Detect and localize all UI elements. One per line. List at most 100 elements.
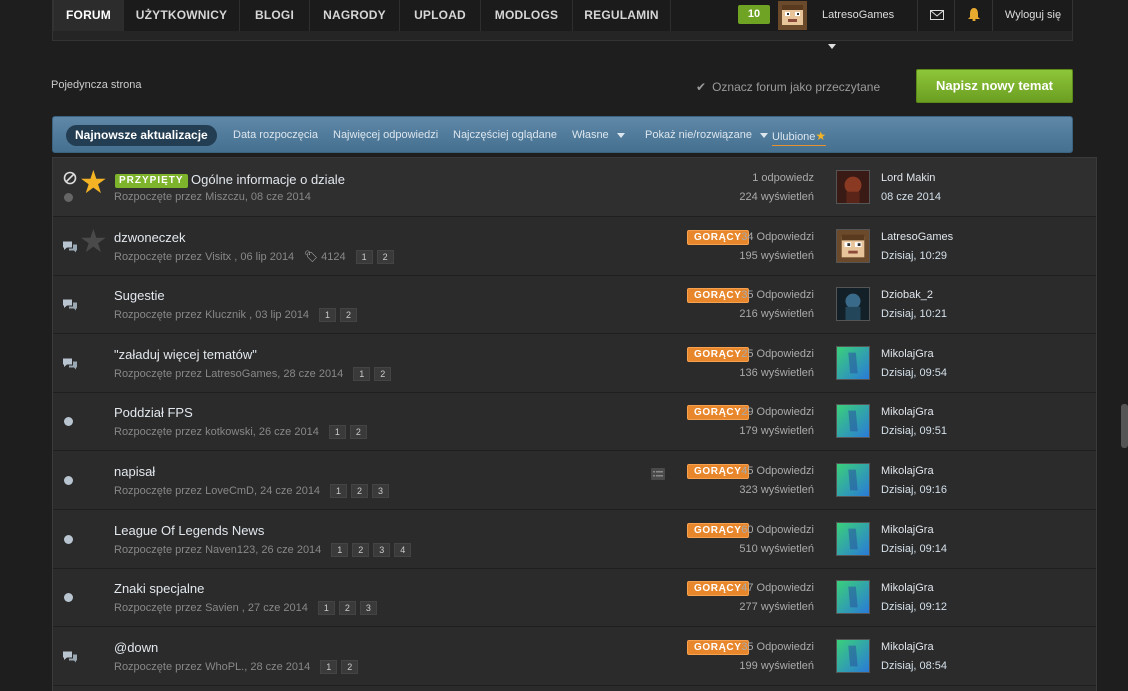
last-poster-avatar[interactable] (836, 580, 870, 614)
tab-users[interactable]: UŻYTKOWNICY (124, 0, 240, 31)
topic-row[interactable]: Poddział FPS Rozpoczęte przez kotkowski,… (53, 392, 1096, 451)
last-poster-name[interactable]: MikolajGra (881, 641, 934, 653)
topic-title-link[interactable]: dzwoneczek (114, 230, 186, 245)
unread-dot-icon (64, 417, 73, 426)
page-link[interactable]: 3 (372, 484, 390, 498)
last-poster-name[interactable]: MikolajGra (881, 465, 934, 477)
last-poster-name[interactable]: MikolajGra (881, 524, 934, 536)
page-link[interactable]: 3 (373, 543, 391, 557)
topic-title-link[interactable]: napisał (114, 464, 155, 479)
filter-favorites[interactable]: Ulubione★ (772, 129, 827, 146)
topic-title-link[interactable]: Ogólne informacje o dziale (191, 172, 345, 187)
page-link[interactable]: 2 (374, 367, 392, 381)
topic-title-link[interactable]: League Of Legends News (114, 523, 264, 538)
mark-forum-read-link[interactable]: ✔ Oznacz forum jako przeczytane (696, 80, 880, 94)
favorite-star-icon[interactable]: ★ (79, 225, 108, 257)
username-label: LatresoGames (822, 9, 895, 21)
hot-badge: GORĄCY (687, 523, 749, 538)
last-poster-name[interactable]: Dziobak_2 (881, 289, 933, 301)
page-link[interactable]: 1 (319, 308, 337, 322)
last-post-date[interactable]: Dzisiaj, 08:54 (881, 660, 947, 672)
tab-blogs[interactable]: BLOGI (240, 0, 310, 31)
last-post-date[interactable]: Dzisiaj, 10:29 (881, 250, 947, 262)
filter-latest-updates[interactable]: Najnowsze aktualizacje (66, 125, 217, 146)
page-link[interactable]: 1 (320, 660, 338, 674)
topic-row[interactable]: ★ PRZYPIĘTY Ogólne informacje o dziale R… (53, 158, 1096, 217)
favorite-star-icon[interactable]: ★ (79, 166, 108, 198)
tab-rewards[interactable]: NAGRODY (310, 0, 400, 31)
page-link[interactable]: 1 (328, 425, 346, 439)
last-poster-avatar[interactable] (836, 170, 870, 204)
filter-most-viewed[interactable]: Najczęściej oglądane (453, 117, 557, 154)
last-poster-avatar[interactable] (836, 463, 870, 497)
last-poster-avatar[interactable] (836, 287, 870, 321)
page-link[interactable]: 2 (376, 250, 394, 265)
tab-rules[interactable]: REGULAMIN (573, 0, 671, 31)
last-post-date[interactable]: Dzisiaj, 09:54 (881, 367, 947, 379)
page-link[interactable]: 3 (359, 601, 377, 615)
last-poster-name[interactable]: MikolajGra (881, 582, 934, 594)
last-poster-avatar[interactable] (836, 404, 870, 438)
hot-badge: GORĄCY (687, 405, 749, 420)
last-poster-name[interactable]: LatresoGames (881, 231, 953, 243)
logout-link[interactable]: Wyloguj się (992, 0, 1073, 31)
topic-meta: Rozpoczęte przez Visitx , 06 lip 2014 🏷 41… (114, 250, 394, 265)
scrollbar-thumb[interactable] (1121, 404, 1128, 448)
topic-row[interactable]: "załaduj więcej tematów" Rozpoczęte prze… (53, 334, 1096, 393)
topic-title-link[interactable]: @down (114, 640, 158, 655)
messages-button[interactable] (917, 0, 954, 31)
filter-solved[interactable]: Pokaż nie/rozwiązane (645, 117, 769, 154)
tab-forum[interactable]: FORUM (53, 0, 124, 31)
new-topic-button[interactable]: Napisz nowy temat (916, 69, 1073, 103)
page-link[interactable]: 1 (317, 601, 335, 615)
last-poster-avatar[interactable] (836, 346, 870, 380)
page-link[interactable]: 1 (353, 367, 371, 381)
page-link[interactable]: 2 (338, 601, 356, 615)
user-avatar[interactable] (778, 1, 807, 30)
filter-most-replies[interactable]: Najwięcej odpowiedzi (333, 117, 438, 154)
page-link[interactable]: 2 (351, 484, 369, 498)
last-post-date[interactable]: 08 cze 2014 (881, 191, 941, 203)
page-link[interactable]: 2 (352, 543, 370, 557)
page-link[interactable]: 1 (330, 484, 348, 498)
topic-title-link[interactable]: Sugestie (114, 288, 165, 303)
last-poster-avatar[interactable] (836, 522, 870, 556)
topic-row[interactable]: napisał Rozpoczęte przez LoveCmD, 24 cze… (53, 451, 1096, 510)
page-link[interactable]: 1 (355, 250, 373, 265)
topic-row[interactable]: Sugestie Rozpoczęte przez Klucznik , 03 … (53, 275, 1096, 334)
page-link[interactable]: 4 (394, 543, 412, 557)
page-link[interactable]: 1 (331, 543, 349, 557)
page-link[interactable]: 2 (340, 308, 358, 322)
topic-row[interactable]: Znaki specjalne Rozpoczęte przez Savien … (53, 568, 1096, 627)
last-post-date[interactable]: Dzisiaj, 09:51 (881, 425, 947, 437)
last-post-date[interactable]: Dzisiaj, 09:14 (881, 543, 947, 555)
notification-count-badge[interactable]: 10 (738, 5, 770, 24)
last-poster-avatar[interactable] (836, 639, 870, 673)
user-menu[interactable]: LatresoGames (822, 0, 895, 49)
tab-upload[interactable]: UPLOAD (400, 0, 481, 31)
last-poster-name[interactable]: MikolajGra (881, 406, 934, 418)
topic-row[interactable]: League Of Legends News Rozpoczęte przez … (53, 510, 1096, 569)
topic-title-link[interactable]: Poddział FPS (114, 405, 193, 420)
topic-row[interactable]: ★ dzwoneczek Rozpoczęte przez Visitx , 0… (53, 217, 1096, 276)
topic-title-link[interactable]: "załaduj więcej tematów" (114, 347, 257, 362)
preview-list-icon[interactable] (651, 468, 665, 480)
last-post-date[interactable]: Dzisiaj, 10:21 (881, 308, 947, 320)
last-post-date[interactable]: Dzisiaj, 09:12 (881, 601, 947, 613)
last-post-date[interactable]: Dzisiaj, 09:16 (881, 484, 947, 496)
reply-count: 45 Odpowiedzi (741, 465, 814, 477)
last-poster-avatar[interactable] (836, 229, 870, 263)
last-poster-name[interactable]: Lord Makin (881, 172, 935, 184)
topic-title-link[interactable]: Znaki specjalne (114, 581, 204, 596)
filter-custom[interactable]: Własne (572, 117, 625, 154)
tab-modlogs[interactable]: MODLOGS (481, 0, 573, 31)
single-page-link[interactable]: Pojedyncza strona (51, 79, 142, 91)
last-poster-name[interactable]: MikolajGra (881, 348, 934, 360)
page-link[interactable]: 2 (341, 660, 359, 674)
notifications-button[interactable] (954, 0, 992, 31)
page-link[interactable]: 2 (349, 425, 367, 439)
chat-icon (63, 241, 77, 253)
topic-row[interactable]: @down Rozpoczęte przez WhoPL., 28 cze 20… (53, 627, 1096, 686)
topic-starter: Rozpoczęte przez Savien , 27 cze 2014 (114, 601, 308, 614)
filter-start-date[interactable]: Data rozpoczęcia (233, 117, 318, 154)
